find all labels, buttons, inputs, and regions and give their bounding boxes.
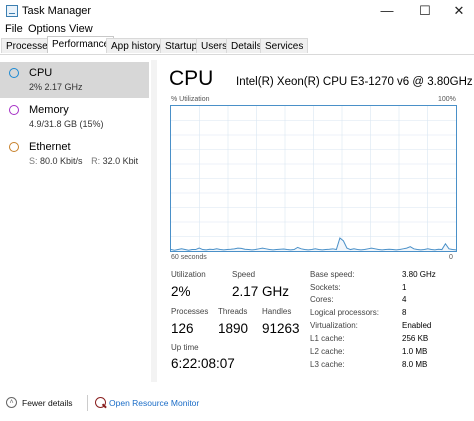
detail-value: Enabled [402,321,432,330]
cpu-model: Intel(R) Xeon(R) CPU E3-1270 v6 @ 3.80GH… [236,76,473,88]
sidebar-memory-name: Memory [29,104,69,116]
detail-key: Base speed: [310,270,355,279]
task-manager-icon [6,5,18,17]
sidebar-cpu-detail: 2% 2.17 GHz [29,82,83,92]
processes-label: Processes [171,307,209,316]
sidebar-item-memory[interactable]: Memory 4.9/31.8 GB (15%) [0,99,149,135]
sidebar-ethernet-name: Ethernet [29,141,71,153]
fewer-details-link[interactable]: Fewer details [22,398,73,408]
detail-key: Sockets: [310,283,341,292]
sidebar-item-ethernet[interactable]: Ethernet S: 80.0 Kbit/s R: 32.0 Kbit [0,136,149,172]
menu-file[interactable]: File [5,23,23,35]
uptime-label: Up time [171,343,199,352]
ethernet-send-value: 80.0 Kbit/s [40,156,83,166]
speed-label: Speed [232,270,256,279]
tab-services[interactable]: Services [260,38,309,53]
resource-monitor-icon[interactable] [95,397,106,408]
cpu-indicator-icon [9,68,19,78]
speed-value: 2.17 GHz [232,284,290,299]
memory-indicator-icon [9,105,19,115]
graph-max-label: 100% [438,96,456,103]
threads-label: Threads [218,307,248,316]
detail-value: 3.80 GHz [402,270,436,279]
close-button[interactable]: ✕ [444,0,474,22]
sidebar-cpu-name: CPU [29,67,53,79]
detail-key: Logical processors: [310,308,379,317]
utilization-value: 2% [171,284,191,299]
detail-value: 8 [402,308,407,317]
detail-key: Virtualization: [310,321,358,330]
menu-view[interactable]: View [69,23,93,35]
open-resource-monitor-link[interactable]: Open Resource Monitor [109,398,199,408]
graph-min-label: 0 [449,254,453,261]
ethernet-receive-value: 32.0 Kbit [102,156,139,166]
detail-key: L1 cache: [310,334,345,343]
handles-label: Handles [262,307,292,316]
graph-label: % Utilization [171,96,210,103]
uptime-value: 6:22:08:07 [171,356,235,371]
footer-divider [87,395,88,411]
graph-canvas [171,106,456,251]
handles-value: 91263 [262,321,300,336]
detail-key: Cores: [310,295,334,304]
detail-value: 1 [402,283,407,292]
chevron-up-icon[interactable]: ˄ [6,397,17,408]
utilization-label: Utilization [171,270,206,279]
processes-value: 126 [171,321,194,336]
detail-key: L2 cache: [310,347,345,356]
detail-value: 256 KB [402,334,429,343]
sidebar-ethernet-detail: S: 80.0 Kbit/s R: 32.0 Kbit [29,156,138,166]
window-title: Task Manager [22,5,92,17]
sidebar-splitter[interactable] [151,60,157,382]
detail-key: L3 cache: [310,360,345,369]
detail-value: 8.0 MB [402,360,428,369]
tab-performance[interactable]: Performance [47,36,115,53]
threads-value: 1890 [218,321,249,336]
tab-app-history[interactable]: App history [106,38,167,53]
minimize-button[interactable]: — [372,0,402,22]
ethernet-send-label: S: [29,156,38,166]
detail-value: 1.0 MB [402,347,428,356]
cpu-utilization-graph [170,105,457,252]
menu-options[interactable]: Options [28,23,66,35]
graph-time-label: 60 seconds [171,254,207,261]
page-title: CPU [169,67,214,90]
sidebar-memory-detail: 4.9/31.8 GB (15%) [29,119,104,129]
detail-value: 4 [402,295,407,304]
sidebar-item-cpu[interactable]: CPU 2% 2.17 GHz [0,62,149,98]
ethernet-receive-label: R: [91,156,101,166]
maximize-button[interactable]: ☐ [410,0,440,22]
ethernet-indicator-icon [9,142,19,152]
